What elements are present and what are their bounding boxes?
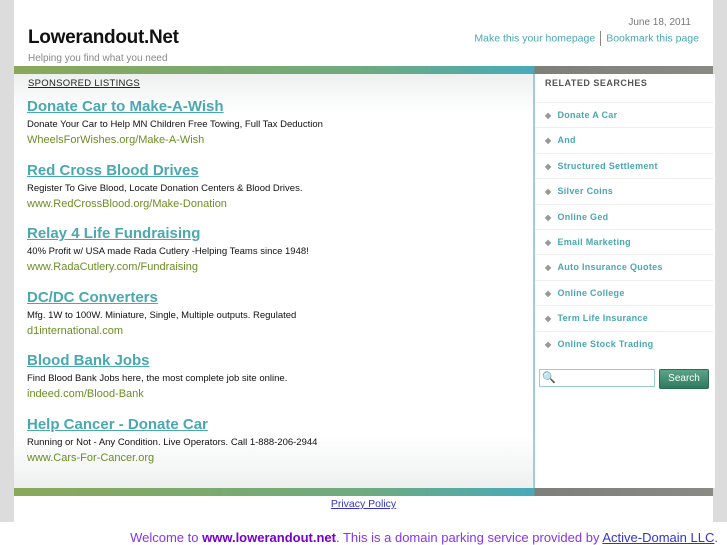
- ad-title[interactable]: Red Cross Blood Drives: [27, 162, 302, 179]
- ad-title[interactable]: Relay 4 Life Fundraising: [27, 225, 309, 242]
- related-search-item[interactable]: ◆ Online Ged: [535, 203, 713, 230]
- ad-description: 40% Profit w/ USA made Rada Cutlery -Hel…: [27, 246, 309, 258]
- related-search-item[interactable]: ◆ Structured Settlement: [535, 152, 713, 179]
- date: June 18, 2011: [628, 17, 691, 28]
- ad-title[interactable]: Help Cancer - Donate Car: [27, 416, 317, 433]
- ad-listing: Donate Car to Make-A-Wish Donate Your Car…: [27, 98, 323, 146]
- related-search-item[interactable]: ◆ Auto Insurance Quotes: [535, 254, 713, 280]
- ad-listing: Relay 4 Life Fundraising 40% Profit w/ US…: [27, 225, 309, 273]
- ad-title[interactable]: DC/DC Converters: [27, 289, 296, 306]
- provider-link[interactable]: Active-Domain LLC: [602, 530, 714, 545]
- page: June 18, 2011 Make this your homepage Boo…: [14, 0, 715, 522]
- ad-url[interactable]: www.Cars-For-Cancer.org: [27, 452, 317, 464]
- related-search-label: Structured Settlement: [557, 160, 658, 171]
- ad-listing: Red Cross Blood Drives Register To Give B…: [27, 162, 302, 210]
- ad-description: Running or Not - Any Condition. Live Ope…: [27, 437, 318, 448]
- ad-listing: Blood Bank Jobs Find Blood Bank Jobs here…: [27, 352, 287, 400]
- bullet-icon: ◆: [545, 263, 552, 273]
- site-title: Lowerandout.Net: [28, 27, 179, 48]
- bullet-icon: ◆: [545, 161, 552, 171]
- bullet-icon: ◆: [545, 288, 552, 298]
- related-search-item[interactable]: ◆ Online College: [535, 279, 713, 306]
- related-search-item[interactable]: ◆ Term Life Insurance: [535, 305, 713, 331]
- bookmark-link[interactable]: Bookmark this page: [606, 32, 699, 44]
- bullet-icon: ◆: [545, 314, 552, 324]
- related-search-label: Term Life Insurance: [557, 313, 649, 324]
- search-input[interactable]: 🔍: [539, 369, 655, 387]
- ad-title[interactable]: Donate Car to Make-A-Wish: [27, 98, 323, 115]
- ad-description: Donate Your Car to Help MN Children Free…: [27, 119, 323, 130]
- related-search-label: Donate A Car: [557, 110, 618, 120]
- bullet-icon: ◆: [545, 111, 552, 120]
- related-search-label: Online College: [557, 287, 625, 298]
- sponsored-heading: SPONSORED LISTINGS: [28, 78, 141, 89]
- ad-url[interactable]: www.RedCrossBlood.org/Make-Donation: [27, 198, 302, 210]
- search-button[interactable]: Search: [659, 369, 709, 389]
- privacy-policy-link[interactable]: Privacy Policy: [331, 498, 396, 510]
- divider: [600, 31, 602, 46]
- welcome-banner: Welcome to www.lowerandout.net. This is …: [130, 530, 718, 545]
- welcome-text-mid: . This is a domain parking service provi…: [335, 530, 603, 545]
- ad-description: Mfg. 1W to 100W. Miniature, Single, Mult…: [27, 309, 297, 321]
- related-searches: RELATED SEARCHES ◆ Donate A Car ◆ And ◆ Struc…: [533, 74, 715, 488]
- related-search-label: Online Ged: [557, 211, 609, 222]
- top-color-bar: [14, 66, 713, 74]
- header-links: Make this your homepage Bookmark this pag…: [474, 31, 699, 46]
- ad-description: Find Blood Bank Jobs here, the most comp…: [27, 373, 288, 385]
- related-search-label: Email Marketing: [557, 237, 631, 247]
- welcome-domain: www.lowerandout.net: [202, 530, 336, 545]
- ad-url[interactable]: indeed.com/Blood-Bank: [27, 388, 287, 400]
- related-heading: RELATED SEARCHES: [545, 78, 648, 88]
- tagline: Helping you find what you need: [28, 53, 168, 64]
- welcome-text: Welcome to: [130, 530, 203, 545]
- bullet-icon: ◆: [545, 187, 552, 197]
- related-search-label: Silver Coins: [557, 186, 614, 197]
- related-search-label: And: [557, 135, 576, 146]
- related-search-label: Online Stock Trading: [557, 338, 654, 349]
- magnifier-icon: 🔍: [542, 372, 556, 384]
- welcome-end: .: [714, 530, 718, 545]
- ad-url[interactable]: www.RadaCutlery.com/Fundraising: [27, 261, 309, 273]
- related-search-label: Auto Insurance Quotes: [557, 262, 663, 273]
- ad-listing: DC/DC Converters Mfg. 1W to 100W. Miniatu…: [27, 289, 296, 337]
- bullet-icon: ◆: [545, 136, 552, 146]
- bullet-icon: ◆: [545, 238, 552, 247]
- related-search-item[interactable]: ◆ Donate A Car: [535, 102, 713, 128]
- make-homepage-link[interactable]: Make this your homepage: [474, 32, 595, 44]
- related-search-item[interactable]: ◆ Email Marketing: [535, 229, 713, 255]
- ad-title[interactable]: Blood Bank Jobs: [27, 352, 287, 369]
- ad-url[interactable]: WheelsForWishes.org/Make-A-Wish: [27, 134, 323, 146]
- related-search-item[interactable]: ◆ And: [535, 127, 713, 153]
- related-search-item[interactable]: ◆ Silver Coins: [535, 178, 713, 204]
- bullet-icon: ◆: [545, 212, 552, 222]
- ad-description: Register To Give Blood, Locate Donation …: [27, 182, 303, 194]
- privacy-footer: Privacy Policy: [14, 498, 713, 510]
- bottom-color-bar: [14, 488, 713, 496]
- related-search-item[interactable]: ◆ Online Stock Trading: [535, 330, 713, 357]
- ad-listing: Help Cancer - Donate Car Running or Not -…: [27, 416, 317, 464]
- bullet-icon: ◆: [545, 339, 552, 349]
- ad-url[interactable]: d1international.com: [27, 325, 296, 337]
